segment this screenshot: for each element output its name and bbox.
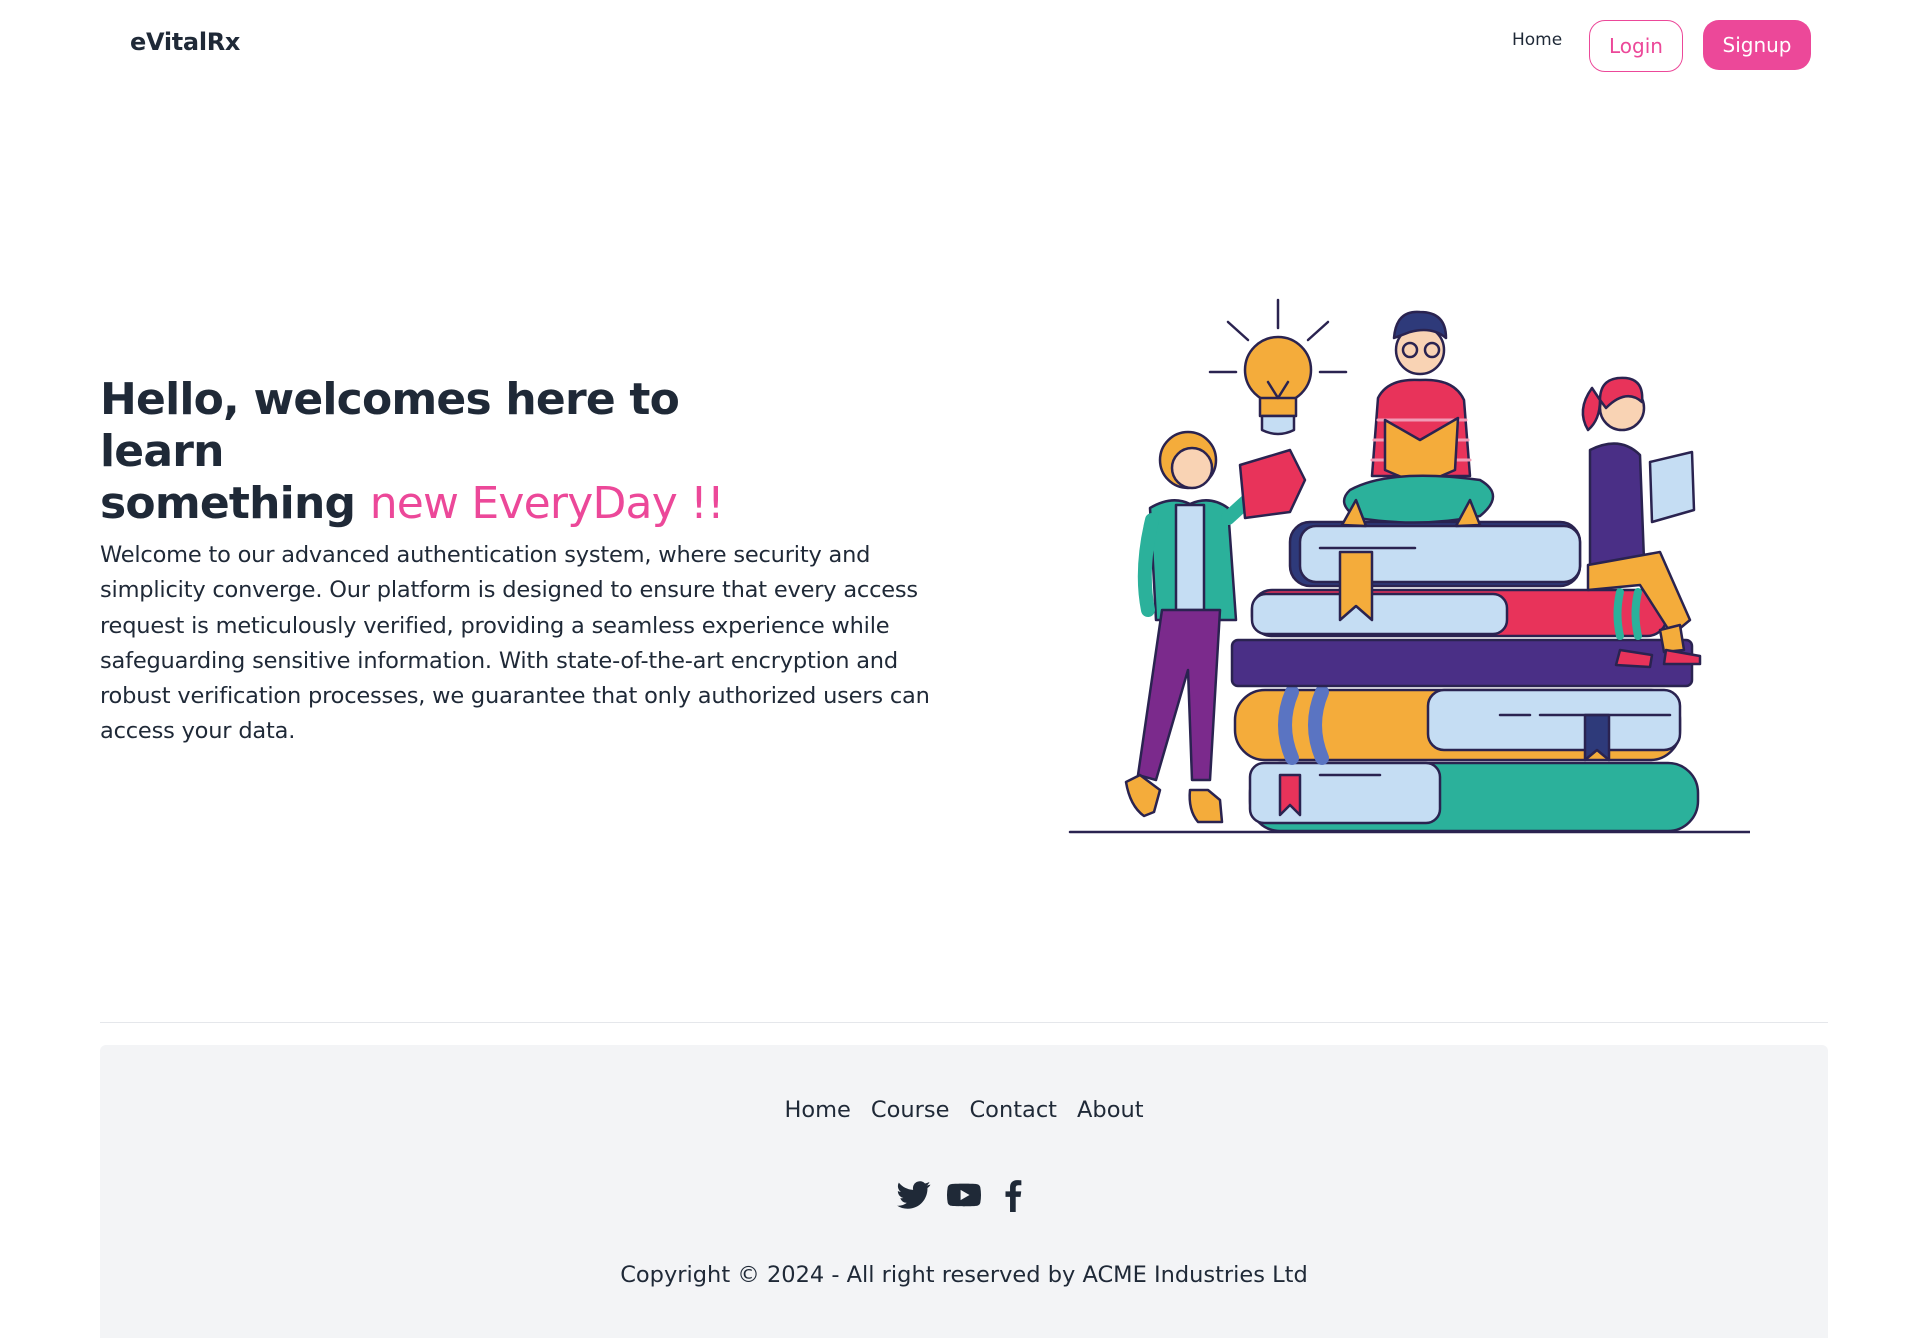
youtube-icon[interactable] — [947, 1178, 981, 1212]
login-button[interactable]: Login — [1589, 20, 1683, 72]
signup-button[interactable]: Signup — [1703, 20, 1811, 70]
nav-home-link[interactable]: Home — [1512, 30, 1562, 50]
facebook-icon[interactable] — [997, 1178, 1031, 1212]
copyright-text: Copyright © 2024 - All right reserved by… — [620, 1262, 1308, 1288]
hero-title-line1: Hello, welcomes here to learn — [100, 374, 680, 477]
site-footer: Home Course Contact About Copyright © 20… — [100, 1045, 1828, 1338]
footer-link-home[interactable]: Home — [784, 1097, 850, 1123]
lightbulb-icon — [1208, 298, 1348, 436]
hero-title-highlight: new EveryDay !! — [369, 478, 725, 529]
footer-link-contact[interactable]: Contact — [969, 1097, 1057, 1123]
twitter-icon[interactable] — [897, 1178, 931, 1212]
top-navbar: eVitalRx Home Login Signup — [0, 0, 1920, 92]
reading-people-books-illustration — [1068, 298, 1750, 834]
footer-divider — [100, 1022, 1828, 1023]
brand-logo[interactable]: eVitalRx — [130, 28, 240, 56]
hero-description: Welcome to our advanced authentication s… — [100, 542, 930, 745]
social-links — [100, 1178, 1828, 1212]
footer-nav: Home Course Contact About — [100, 1097, 1828, 1123]
footer-link-about[interactable]: About — [1077, 1097, 1144, 1123]
hero-title-line2: something — [100, 478, 370, 529]
seated-man-reading — [1340, 310, 1495, 528]
hero-title: Hello, welcomes here to learn something … — [100, 374, 800, 530]
footer-link-course[interactable]: Course — [871, 1097, 950, 1123]
